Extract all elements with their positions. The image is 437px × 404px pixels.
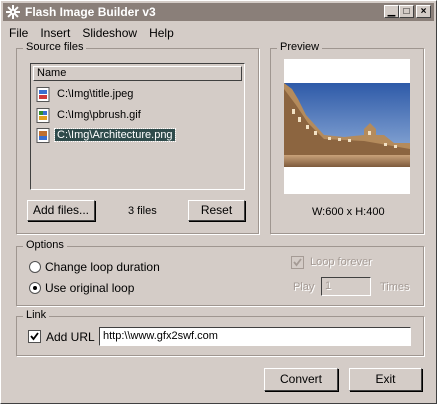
options-legend: Options	[23, 239, 67, 251]
close-icon: ×	[420, 6, 427, 17]
original-loop-radio[interactable]	[29, 282, 41, 294]
add-url-checkbox[interactable]	[28, 330, 41, 343]
list-item[interactable]: C:\Img\pbrush.gif	[33, 105, 242, 126]
menu-bar: File Insert Slideshow Help	[3, 22, 434, 41]
menu-help[interactable]: Help	[143, 22, 180, 40]
preview-architecture-image	[284, 59, 410, 194]
file-name: C:\Img\Architecture.png	[54, 128, 176, 142]
gif-file-icon	[36, 108, 50, 123]
convert-button[interactable]: Convert	[264, 368, 338, 391]
radio-selected-dot	[33, 286, 37, 290]
file-name: C:\Img\pbrush.gif	[57, 109, 141, 121]
minimize-icon: ▁	[387, 6, 396, 17]
source-files-list[interactable]: Name C:\Img\title.jpeg C:\Img\pbrush.gif	[30, 63, 245, 190]
add-files-button[interactable]: Add files...	[27, 200, 95, 221]
maximize-icon: □	[403, 6, 410, 17]
exit-button[interactable]: Exit	[349, 368, 422, 391]
link-legend: Link	[23, 309, 50, 321]
app-gear-icon	[6, 5, 20, 19]
window-title: Flash Image Builder v3	[25, 5, 156, 19]
menu-file[interactable]: File	[3, 22, 34, 40]
jpeg-file-icon	[36, 87, 50, 102]
preview-dimensions: W:600 x H:400	[312, 206, 385, 218]
list-item[interactable]: C:\Img\title.jpeg	[33, 84, 242, 105]
file-count: 3 files	[128, 205, 157, 217]
loop-forever-checkbox[interactable]	[291, 256, 304, 269]
add-url-label[interactable]: Add URL	[46, 330, 95, 344]
title-bar[interactable]: Flash Image Builder v3 ▁ □ ×	[3, 3, 434, 21]
maximize-button[interactable]: □	[399, 5, 414, 18]
main-window: Flash Image Builder v3 ▁ □ × File Insert S…	[0, 0, 437, 404]
loop-forever-label: Loop forever	[310, 256, 372, 268]
play-count-input[interactable]: 1	[321, 277, 371, 296]
minimize-button[interactable]: ▁	[384, 5, 399, 18]
url-input[interactable]: http:\\www.gfx2swf.com	[99, 327, 411, 346]
play-label: Play	[293, 281, 315, 293]
reset-button[interactable]: Reset	[188, 200, 245, 221]
png-file-icon	[36, 128, 50, 143]
column-header-name[interactable]: Name	[33, 66, 242, 81]
options-group: Options	[16, 239, 424, 306]
close-button[interactable]: ×	[416, 5, 431, 18]
menu-insert[interactable]: Insert	[34, 22, 76, 40]
preview-image	[284, 59, 410, 194]
source-files-legend: Source files	[23, 41, 87, 53]
checkmark-icon	[293, 258, 302, 267]
change-loop-radio[interactable]	[29, 261, 41, 273]
preview-legend: Preview	[277, 41, 323, 53]
menu-slideshow[interactable]: Slideshow	[76, 22, 143, 40]
change-loop-label[interactable]: Change loop duration	[45, 260, 160, 274]
list-item-selected[interactable]: C:\Img\Architecture.png	[33, 125, 242, 146]
checkmark-icon	[30, 332, 39, 341]
original-loop-label[interactable]: Use original loop	[45, 281, 134, 295]
file-name: C:\Img\title.jpeg	[57, 88, 134, 100]
times-label: Times	[380, 281, 410, 293]
